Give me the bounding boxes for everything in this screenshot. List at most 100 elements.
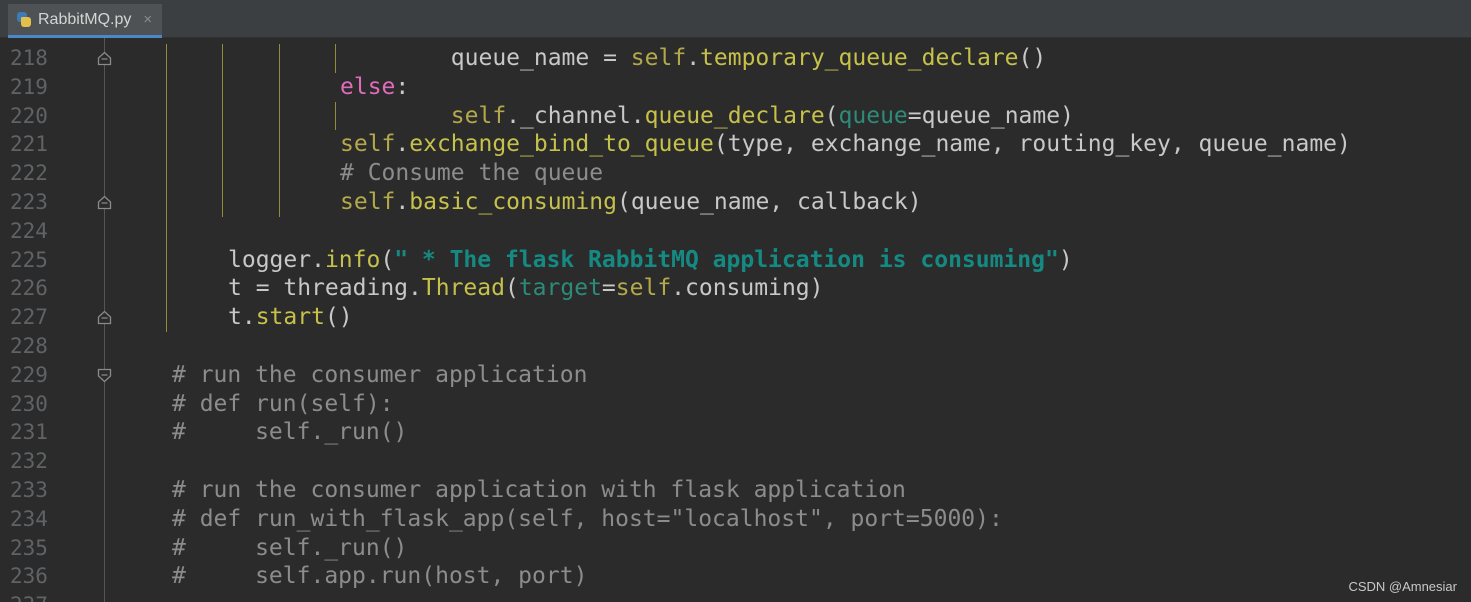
code-token: queue_declare xyxy=(644,102,825,129)
code-text: # def run_with_flask_app(self, host="loc… xyxy=(172,505,1003,534)
code-text: t = threading.Thread(target=self.consumi… xyxy=(228,274,824,303)
code-token: start xyxy=(255,304,325,331)
file-tab-label: RabbitMQ.py xyxy=(38,10,132,28)
code-token: ) xyxy=(1058,246,1073,273)
code-token: target xyxy=(518,275,602,302)
indent-guide xyxy=(335,44,336,73)
code-token: =queue_name) xyxy=(907,102,1074,129)
code-token: # run the consumer application with flas… xyxy=(172,476,906,503)
indent-guide xyxy=(166,130,167,160)
code-token: else xyxy=(340,73,396,100)
code-text: # self._run() xyxy=(172,418,407,447)
indent-guide xyxy=(166,101,167,131)
indent-guide xyxy=(166,72,167,102)
line-number: 223 xyxy=(10,189,48,214)
code-token: ._channel. xyxy=(506,102,645,129)
close-tab-icon[interactable]: × xyxy=(143,11,152,28)
code-token: # def run(self): xyxy=(172,390,394,417)
indent-guide xyxy=(166,245,167,275)
code-token: temporary_queue_declare xyxy=(700,45,1019,71)
line-number: 228 xyxy=(10,333,48,358)
code-text: self._channel.queue_declare(queue=queue_… xyxy=(340,102,1074,131)
indent-guide xyxy=(222,101,223,131)
fold-end-icon[interactable] xyxy=(97,310,112,325)
code-token: () xyxy=(324,304,353,331)
code-token: . xyxy=(395,188,410,215)
indent-guide xyxy=(335,101,336,131)
code-token: logger. xyxy=(228,246,325,273)
line-number: 230 xyxy=(10,391,48,416)
watermark: CSDN @Amnesiar xyxy=(1348,579,1457,594)
code-text: # run the consumer application xyxy=(172,361,587,390)
indent-guide xyxy=(279,159,280,188)
code-text: self.basic_consuming(queue_name, callbac… xyxy=(340,188,922,217)
code-text: # def run(self): xyxy=(172,390,394,419)
indent-guide xyxy=(279,130,280,160)
indent-guide xyxy=(222,187,223,217)
code-token: ( xyxy=(380,246,395,273)
line-number: 226 xyxy=(10,276,48,301)
code-token: info xyxy=(324,246,381,273)
code-token: # self.app.run(host, port) xyxy=(172,563,588,590)
code-token: # Consume the queue xyxy=(340,160,604,187)
code-token: # run the consumer application xyxy=(172,361,588,388)
python-file-icon xyxy=(16,11,32,28)
indent-guide xyxy=(222,159,223,188)
line-number: 222 xyxy=(10,161,48,186)
line-number: 232 xyxy=(10,449,48,474)
fold-start-icon[interactable] xyxy=(97,368,112,383)
indent-guide xyxy=(222,72,223,102)
indent-guide xyxy=(166,187,167,217)
code-token: # self._run() xyxy=(172,419,408,446)
indent-guide xyxy=(166,44,167,73)
code-editor[interactable]: 218 queue_name = self.temporary_queue_de… xyxy=(0,38,1471,602)
code-token: ( xyxy=(504,275,519,302)
line-number: 227 xyxy=(10,305,48,330)
line-number: 221 xyxy=(10,132,48,157)
indent-guide xyxy=(279,101,280,131)
fold-end-icon[interactable] xyxy=(97,51,112,66)
code-text: # Consume the queue xyxy=(340,159,603,188)
code-token: # self._run() xyxy=(172,534,408,561)
indent-guide xyxy=(222,130,223,160)
indent-guide xyxy=(166,274,167,304)
code-token: self xyxy=(450,102,507,129)
code-token: self xyxy=(340,131,396,158)
code-token: t = threading. xyxy=(228,275,422,302)
code-token: (queue_name, callback) xyxy=(616,188,922,215)
line-number: 231 xyxy=(10,420,48,445)
line-number: 225 xyxy=(10,247,48,272)
code-token: self xyxy=(615,275,672,302)
code-token: . xyxy=(395,131,410,158)
line-number: 219 xyxy=(10,74,48,99)
code-text: # run the consumer application with flas… xyxy=(172,476,906,505)
indent-guide xyxy=(166,159,167,188)
line-number: 233 xyxy=(10,477,48,502)
code-token: t. xyxy=(228,304,256,331)
indent-guide xyxy=(222,44,223,73)
code-token: # def run_with_flask_app(self, host="loc… xyxy=(172,505,1003,532)
code-token: (type, exchange_name, routing_key, queue… xyxy=(713,131,1351,158)
code-token: = xyxy=(601,275,616,302)
indent-guide xyxy=(279,72,280,102)
indent-guide xyxy=(279,187,280,217)
indent-guide xyxy=(166,216,167,246)
line-number: 229 xyxy=(10,362,48,387)
code-text: self.exchange_bind_to_queue(type, exchan… xyxy=(340,130,1351,159)
fold-end-icon[interactable] xyxy=(97,195,112,210)
file-tab[interactable]: RabbitMQ.py × xyxy=(8,4,163,38)
indent-guide xyxy=(279,44,280,73)
line-number: 224 xyxy=(10,218,48,243)
code-token: basic_consuming xyxy=(409,188,617,215)
code-text: queue_name = self.temporary_queue_declar… xyxy=(340,44,1046,73)
code-text: # self._run() xyxy=(172,534,407,563)
code-token: .consuming) xyxy=(671,275,824,302)
code-token: : xyxy=(395,73,410,100)
code-token: . xyxy=(686,45,701,71)
code-token: ( xyxy=(824,102,839,129)
line-number: 218 xyxy=(10,46,48,70)
code-token: Thread xyxy=(421,275,505,302)
code-text: logger.info(" * The flask RabbitMQ appli… xyxy=(228,246,1073,275)
